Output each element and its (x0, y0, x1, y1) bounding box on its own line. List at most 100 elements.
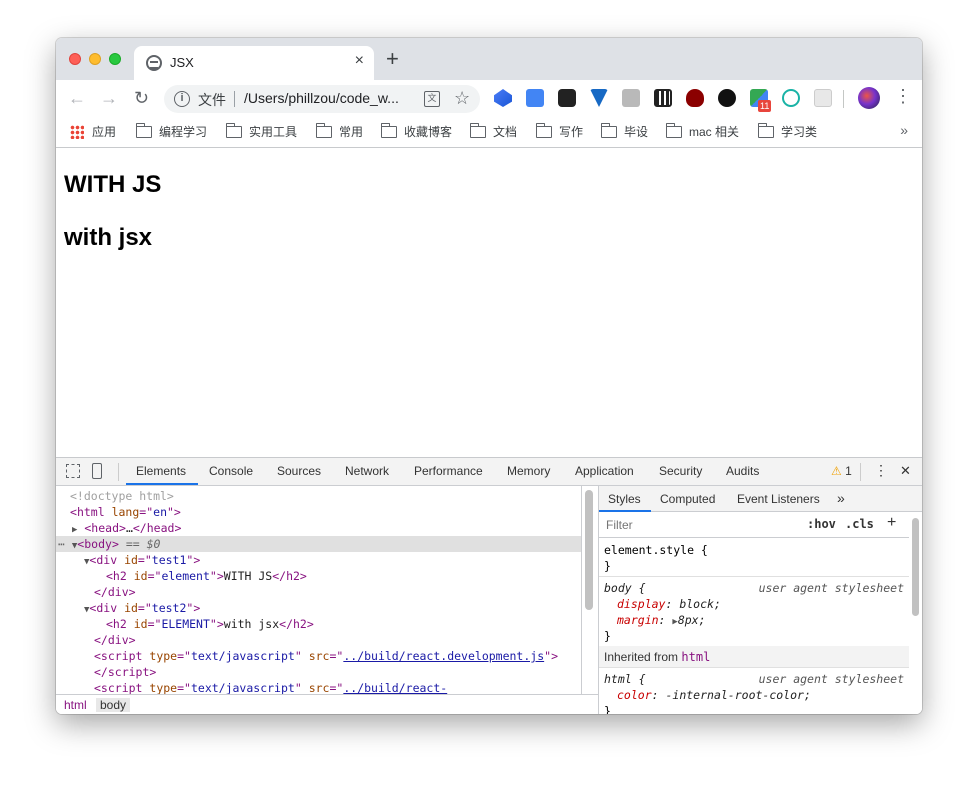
window-close-button[interactable] (69, 53, 81, 65)
tab-performance[interactable]: Performance (414, 464, 483, 478)
css-declaration[interactable]: display: block; (599, 596, 909, 612)
tab-security[interactable]: Security (659, 464, 702, 478)
tab-audits[interactable]: Audits (726, 464, 759, 478)
bookmark-folder[interactable]: 编程学习 (135, 122, 207, 140)
devtools-tab-bar: Elements Console Sources Network Perform… (56, 458, 922, 486)
dom-node-div-test1[interactable]: ▼<div id="test1"> (56, 552, 581, 568)
dom-node-doctype[interactable]: <!doctype html> (56, 488, 581, 504)
extension-avatar-icon[interactable] (718, 89, 736, 107)
extension-vue-devtools-icon[interactable] (590, 89, 608, 107)
folder-icon (600, 122, 617, 138)
folder-icon (665, 122, 682, 138)
browser-menu-icon[interactable]: ⋮ (894, 86, 912, 107)
translate-icon[interactable]: 文 (424, 91, 440, 107)
bookmark-folder[interactable]: 实用工具 (225, 122, 298, 140)
url-text[interactable]: /Users/phillzou/code_w... (244, 90, 399, 106)
globe-icon (146, 55, 162, 71)
inherited-header: Inherited from html (599, 646, 909, 668)
expand-arrow-icon[interactable]: ▶ (72, 525, 77, 535)
browser-tab[interactable]: JSX × (134, 46, 374, 80)
extension-graduation-icon[interactable] (494, 89, 512, 107)
dom-node-script-2[interactable]: <script type="text/javascript" src="../b… (56, 680, 581, 694)
dom-node-body[interactable]: ⋯ ▼<body> == $0 (56, 536, 581, 552)
script-src-link[interactable]: ../build/react- (343, 681, 447, 694)
tab-console[interactable]: Console (209, 464, 253, 478)
rule-element-style[interactable]: element.style { } (599, 540, 909, 577)
dom-node-script-close[interactable]: </script> (56, 664, 581, 680)
tab-computed[interactable]: Computed (660, 492, 715, 506)
folder-icon (469, 122, 486, 138)
more-tabs-icon[interactable]: » (837, 490, 845, 506)
tab-application[interactable]: Application (575, 464, 634, 478)
dom-node-script-1[interactable]: <script type="text/javascript" src="../b… (56, 648, 581, 664)
device-toolbar-icon[interactable] (92, 463, 102, 479)
bookmark-folder[interactable]: 毕设 (600, 122, 648, 140)
devtools-menu-icon[interactable]: ⋮ (874, 462, 888, 479)
tab-sources[interactable]: Sources (277, 464, 321, 478)
dom-node-h2-ELEMENT[interactable]: <h2 id="ELEMENT">with jsx</h2> (56, 616, 581, 632)
inspect-element-icon[interactable] (66, 464, 80, 478)
styles-scrollbar[interactable] (912, 518, 919, 616)
dom-node-head[interactable]: ▶ <head>…</head> (56, 520, 581, 536)
profile-avatar[interactable] (858, 87, 880, 109)
elements-scrollbar[interactable] (585, 490, 593, 610)
tab-memory[interactable]: Memory (507, 464, 550, 478)
dom-node-div-test2[interactable]: ▼<div id="test2"> (56, 600, 581, 616)
new-rule-button[interactable]: + (887, 514, 896, 532)
tab-network[interactable]: Network (345, 464, 389, 478)
extension-teal-icon[interactable] (782, 89, 800, 107)
warnings-indicator[interactable]: ⚠ 1 (831, 464, 852, 478)
address-bar[interactable]: i 文件 /Users/phillzou/code_w... 文 ☆ (164, 85, 480, 113)
extension-tampermonkey-icon[interactable] (558, 89, 576, 107)
styles-tab-bar: Styles Computed Event Listeners » (599, 486, 922, 512)
window-minimize-button[interactable] (89, 53, 101, 65)
dom-node-h2-element[interactable]: <h2 id="element">WITH JS</h2> (56, 568, 581, 584)
back-arrow-icon[interactable]: ← (68, 88, 86, 108)
tab-close-icon[interactable]: × (355, 52, 364, 70)
bookmark-folder[interactable]: 常用 (315, 122, 363, 140)
breadcrumb-body[interactable]: body (96, 698, 131, 712)
extension-light-icon[interactable] (814, 89, 832, 107)
bookmark-folder[interactable]: 收藏博客 (380, 122, 452, 140)
extension-google-translate-icon[interactable] (526, 89, 544, 107)
css-declaration[interactable]: margin: ▶8px; (599, 612, 909, 628)
reload-icon[interactable]: ↻ (134, 88, 149, 108)
css-declaration[interactable]: color: -internal-root-color; (599, 687, 909, 703)
extension-grey-icon[interactable] (622, 89, 640, 107)
extension-ublock-icon[interactable] (686, 89, 704, 107)
page-heading-1: WITH JS (64, 171, 162, 198)
tab-elements[interactable]: Elements (136, 464, 186, 478)
tab-event-listeners[interactable]: Event Listeners (737, 492, 820, 506)
class-toggle[interactable]: .cls (845, 517, 874, 531)
script-src-link[interactable]: ../build/react.development.js (343, 649, 544, 663)
breadcrumb-html[interactable]: html (64, 698, 87, 712)
dom-node-div-close[interactable]: </div> (56, 632, 581, 648)
forward-arrow-icon[interactable]: → (100, 88, 118, 108)
new-tab-button[interactable]: + (386, 48, 399, 70)
rule-body[interactable]: body { user agent stylesheet display: bl… (599, 578, 909, 647)
window-maximize-button[interactable] (109, 53, 121, 65)
inherited-tag[interactable]: html (681, 650, 710, 664)
devtools-close-icon[interactable]: ✕ (900, 463, 911, 479)
dom-node-div-close[interactable]: </div> (56, 584, 581, 600)
bookmark-folder[interactable]: 学习类 (757, 122, 817, 140)
bookmarks-overflow-icon[interactable]: » (900, 122, 908, 138)
bookmark-folder[interactable]: mac 相关 (665, 122, 739, 140)
rule-close: } (604, 559, 611, 573)
tab-styles[interactable]: Styles (608, 492, 641, 506)
rule-html[interactable]: html { user agent stylesheet color: -int… (599, 669, 909, 714)
folder-icon (135, 122, 152, 138)
folder-icon (535, 122, 552, 138)
filter-input[interactable]: Filter (606, 518, 633, 532)
hover-state-toggle[interactable]: :hov (807, 517, 836, 531)
info-icon[interactable]: i (174, 91, 190, 107)
security-label[interactable]: 文件 (198, 90, 226, 110)
bookmark-folder[interactable]: 写作 (535, 122, 583, 140)
extension-qrcode-icon[interactable] (654, 89, 672, 107)
bookmark-label: 实用工具 (249, 125, 298, 139)
rule-origin: user agent stylesheet (758, 672, 904, 686)
bookmark-folder[interactable]: 文档 (469, 122, 517, 140)
bookmark-apps[interactable]: 应用 (70, 123, 116, 140)
dom-node-html[interactable]: <html lang="en"> (56, 504, 581, 520)
bookmark-star-icon[interactable]: ☆ (454, 88, 470, 109)
